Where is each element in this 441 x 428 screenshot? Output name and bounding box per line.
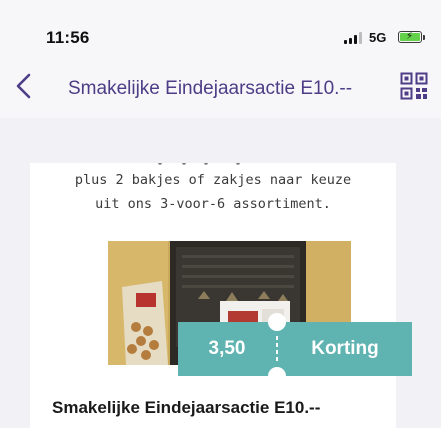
description-line: uit ons 3-voor-6 assortiment. xyxy=(95,196,331,212)
discount-amount: 3,50 xyxy=(208,338,246,359)
discount-coupon[interactable]: 3,50 Korting xyxy=(178,313,412,385)
battery-tip xyxy=(423,35,425,40)
navigation-bar: Smakelijke Eindejaarsactie E10.-- xyxy=(0,56,441,118)
page-title: Smakelijke Eindejaarsactie E10.-- xyxy=(68,78,353,99)
back-button[interactable] xyxy=(10,70,40,102)
product-name: Smakelijke Eindejaarsactie E10.-- xyxy=(52,398,321,417)
qr-code-icon xyxy=(400,72,428,100)
signal-strength-icon xyxy=(344,32,364,44)
product-card: plus 2 bakjes of zakjes naar keuze uit o… xyxy=(30,163,396,428)
description-line: plus 2 bakjes of zakjes naar keuze xyxy=(74,172,352,188)
discount-label: Korting xyxy=(311,338,379,359)
battery-icon: ⚡ xyxy=(398,31,422,43)
status-bar: 11:56 5G ⚡ xyxy=(0,0,441,56)
chevron-left-icon xyxy=(16,73,31,99)
coupon-notch xyxy=(268,367,286,385)
status-time: 11:56 xyxy=(46,28,90,47)
coupon-notch xyxy=(268,313,286,331)
app-screen: 11:56 5G ⚡ Smakelijke Eindejaarsactie E1… xyxy=(0,0,441,428)
charging-bolt-icon: ⚡ xyxy=(406,31,414,42)
qr-code-button[interactable] xyxy=(400,72,428,100)
network-type: 5G xyxy=(369,30,387,45)
cutoff-text-fragment xyxy=(158,163,240,165)
